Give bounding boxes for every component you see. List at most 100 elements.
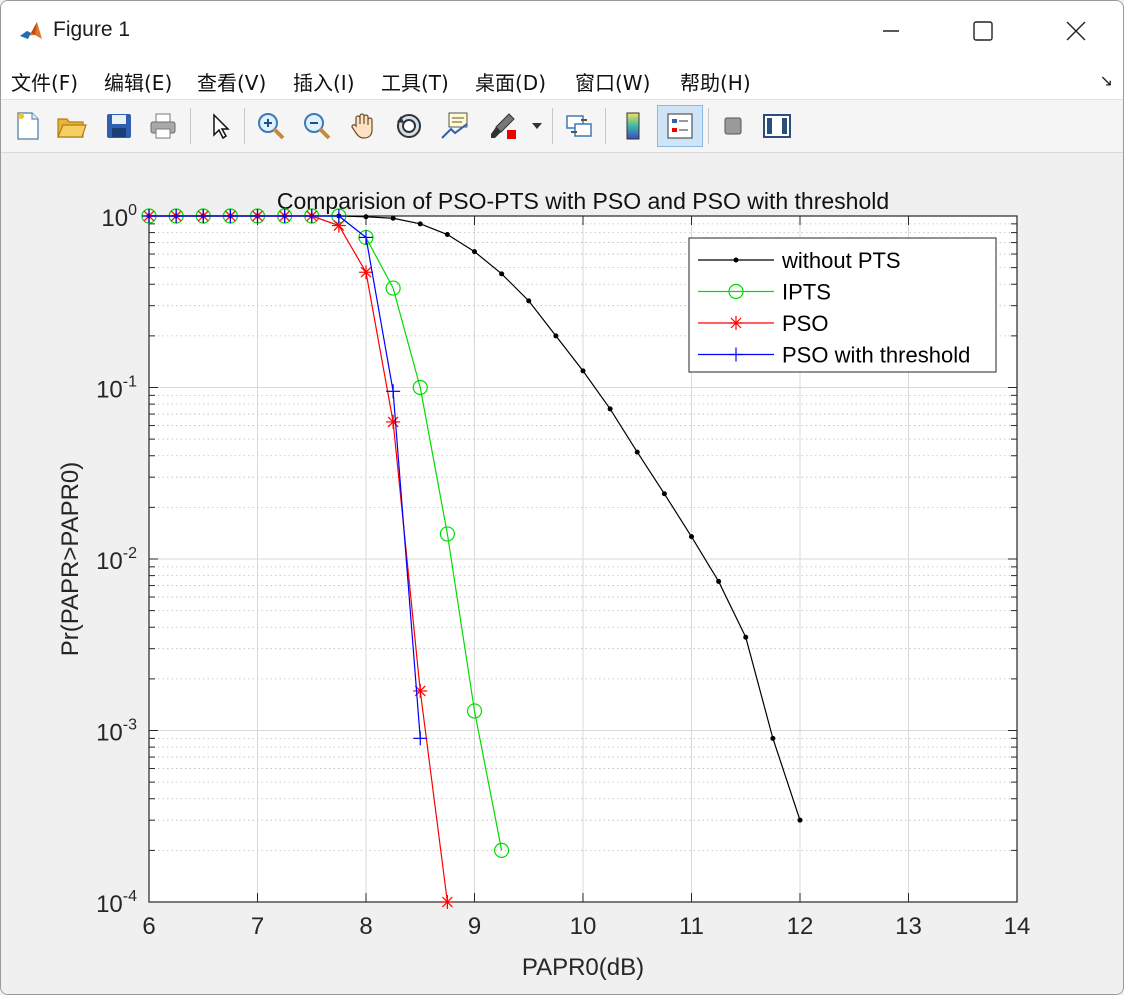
legend[interactable]: without PTS IPTS PSO PSO with threshold — [688, 237, 997, 373]
toolbar-separator — [244, 108, 245, 144]
pointer-button[interactable] — [199, 106, 239, 146]
menu-tools[interactable]: 工具(T) — [381, 67, 449, 96]
open-file-icon — [57, 118, 87, 138]
y-tick-label: 10-3 — [96, 717, 137, 747]
pan-button[interactable] — [343, 106, 383, 146]
minimize-button[interactable] — [861, 1, 921, 61]
zoom-in-icon — [258, 113, 285, 140]
print-button[interactable] — [143, 106, 183, 146]
y-axis-label: Pr(PAPR>PAPR0) — [57, 462, 84, 657]
x-tick-label: 6 — [142, 913, 155, 940]
menu-view[interactable]: 查看(V) — [197, 67, 266, 96]
print-icon — [150, 113, 176, 139]
show-plot-tools-icon — [763, 114, 791, 138]
data-point — [634, 449, 640, 455]
data-point — [413, 683, 428, 698]
data-point — [607, 406, 613, 412]
data-point — [363, 214, 369, 220]
x-tick-label: 11 — [679, 913, 704, 940]
close-button[interactable] — [1046, 1, 1106, 61]
menu-edit[interactable]: 编辑(E) — [104, 67, 172, 96]
menu-bar: 文件(F) 编辑(E) 查看(V) 插入(I) 工具(T) 桌面(D) 窗口(W… — [1, 61, 1123, 100]
data-point — [661, 491, 667, 497]
brush-icon — [491, 113, 516, 139]
menu-help[interactable]: 帮助(H) — [680, 67, 751, 96]
title-bar: Figure 1 — [1, 1, 1123, 61]
new-figure-button[interactable] — [7, 106, 47, 146]
save-icon — [107, 114, 131, 138]
zoom-out-icon — [304, 113, 331, 140]
data-point — [499, 271, 505, 277]
x-tick-label: 13 — [895, 913, 922, 940]
save-button[interactable] — [99, 106, 139, 146]
brush-button[interactable] — [483, 106, 523, 146]
toolbar-separator — [605, 108, 606, 144]
y-tick-label: 10-1 — [96, 374, 137, 404]
new-figure-icon — [17, 112, 39, 140]
data-point — [770, 735, 776, 741]
data-point — [526, 298, 532, 304]
y-tick-label: 10-4 — [96, 888, 137, 918]
legend-label: PSO — [782, 311, 828, 336]
data-point — [386, 414, 401, 429]
dock-arrow-icon[interactable]: ↘ — [1100, 71, 1113, 90]
data-point — [553, 333, 559, 339]
zoom-out-button[interactable] — [297, 106, 337, 146]
legend-icon — [667, 113, 693, 139]
menu-insert[interactable]: 插入(I) — [293, 67, 355, 96]
x-axis-label: PAPR0(dB) — [522, 954, 644, 981]
link-plot-icon — [566, 115, 592, 137]
show-plot-tools-button[interactable] — [757, 106, 797, 146]
hide-plot-tools-button[interactable] — [713, 106, 753, 146]
pointer-icon — [213, 113, 230, 140]
link-plot-button[interactable] — [559, 106, 599, 146]
minimize-icon — [883, 30, 899, 32]
figure-canvas: 6 7 8 9 10 11 12 13 14 100 10-1 10-2 10-3 10-4 Compari… — [1, 153, 1123, 994]
data-cursor-icon — [441, 112, 468, 139]
menu-desktop[interactable]: 桌面(D) — [475, 67, 546, 96]
window-title: Figure 1 — [53, 18, 131, 41]
data-point — [444, 232, 450, 238]
data-point — [797, 817, 803, 823]
legend-label: without PTS — [781, 248, 901, 273]
maximize-button[interactable] — [953, 1, 1013, 61]
data-point — [743, 634, 749, 640]
rotate-button[interactable] — [389, 106, 429, 146]
open-file-button[interactable] — [51, 106, 91, 146]
y-tick-label: 100 — [101, 202, 137, 232]
x-tick-label: 9 — [468, 913, 481, 940]
figure-toolbar — [1, 100, 1123, 153]
legend-label: IPTS — [782, 280, 831, 305]
data-cursor-button[interactable] — [435, 106, 475, 146]
data-point — [417, 221, 423, 227]
zoom-in-button[interactable] — [251, 106, 291, 146]
legend-button[interactable] — [657, 105, 703, 147]
matlab-logo-icon — [18, 19, 44, 45]
rotate-3d-icon — [397, 114, 421, 138]
menu-window[interactable]: 窗口(W) — [575, 67, 650, 96]
data-point — [729, 316, 743, 330]
y-tick-label: 10-2 — [96, 545, 137, 575]
toolbar-separator — [190, 108, 191, 144]
legend-label: PSO with threshold — [782, 343, 970, 368]
data-point — [390, 215, 396, 221]
figure-window: Figure 1 文件(F) 编辑(E) 查看(V) 插入(I) 工具(T) 桌… — [0, 0, 1124, 995]
brush-dropdown-button[interactable] — [527, 106, 547, 146]
chart-svg[interactable]: 6 7 8 9 10 11 12 13 14 100 10-1 10-2 10-3 10-4 Compari… — [1, 153, 1123, 994]
data-point — [689, 534, 694, 540]
maximize-icon — [973, 21, 993, 41]
chart-title: Comparision of PSO-PTS with PSO and PSO … — [277, 188, 889, 214]
menu-file[interactable]: 文件(F) — [11, 67, 78, 96]
data-point — [733, 257, 739, 263]
colorbar-button[interactable] — [613, 106, 653, 146]
x-tick-label: 10 — [570, 913, 597, 940]
x-tick-label: 14 — [1004, 913, 1031, 940]
data-point — [580, 368, 586, 374]
x-tick-label: 12 — [787, 913, 814, 940]
hide-plot-tools-icon — [724, 117, 742, 135]
close-icon — [1066, 21, 1086, 41]
x-tick-label: 7 — [251, 913, 264, 940]
data-point — [440, 895, 455, 909]
data-point — [472, 249, 477, 255]
chevron-down-icon — [532, 123, 542, 129]
